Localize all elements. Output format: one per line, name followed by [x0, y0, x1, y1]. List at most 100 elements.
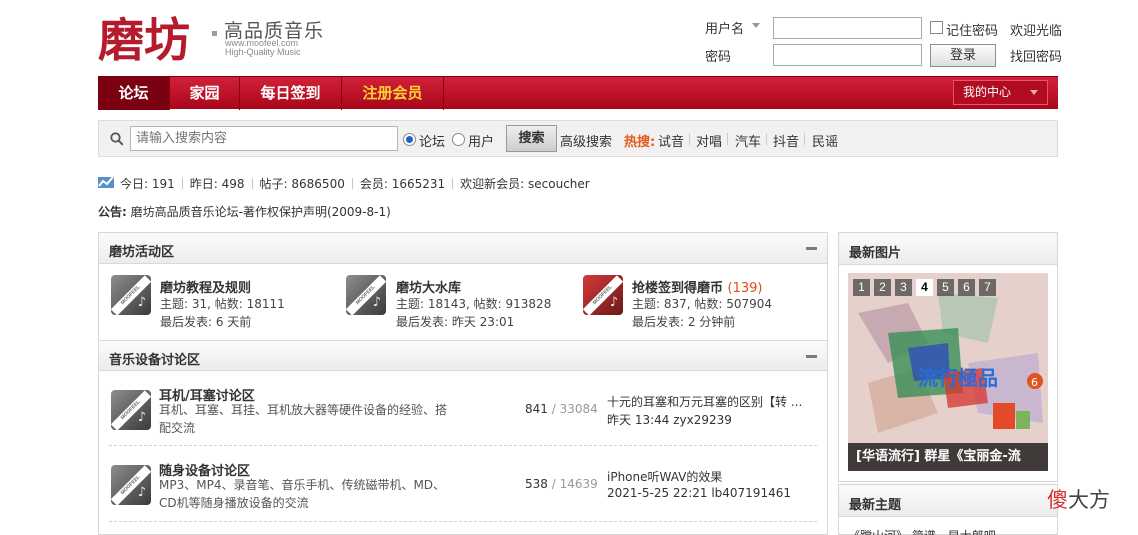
section-title: 磨坊活动区	[109, 245, 175, 260]
forum-last-post: 最后发表: 昨天 23:01	[396, 315, 515, 329]
forum-icon[interactable]: MOOFEEL ♪	[111, 390, 151, 430]
forum-stats: 主题: 31, 帖数: 18111	[160, 297, 285, 311]
forum-last-post: 最后发表: 6 天前	[160, 315, 252, 329]
username-dropdown-caret-icon[interactable]	[752, 23, 760, 28]
stat-yesterday: 昨日: 498	[189, 177, 245, 191]
site-logo[interactable]: 磨坊	[98, 12, 210, 67]
site-subtitle: High-Quality Music	[225, 47, 301, 57]
panel-title: 最新主题	[839, 485, 1057, 517]
forum-name[interactable]: 磨坊大水库	[396, 277, 461, 296]
search-button[interactable]: 搜索	[506, 125, 557, 152]
search-icon	[110, 132, 124, 146]
svg-text:6: 6	[1031, 376, 1038, 389]
announcement-label: 公告:	[98, 205, 127, 219]
announcement-link[interactable]: 磨坊高品质音乐论坛-著作权保护声明(2009-8-1)	[131, 205, 391, 219]
forum-last-post: 最后发表: 2 分钟前	[632, 315, 736, 329]
last-post-info[interactable]: 2021-5-25 22:21 lb407191461	[607, 486, 807, 500]
divider	[181, 178, 183, 189]
recover-password-link[interactable]: 找回密码	[1010, 46, 1062, 65]
last-post-title[interactable]: iPhone听WAV的效果	[607, 468, 807, 485]
forum-description: 耳机、耳塞、耳挂、耳机放大器等硬件设备的经验、搭配交流	[159, 403, 448, 435]
announcement: 公告: 磨坊高品质音乐论坛-著作权保护声明(2009-8-1)	[98, 203, 391, 220]
username-label: 用户名	[705, 22, 745, 37]
forum-list: 磨坊活动区 MOOFEEL ♪ 磨坊教程及规则 主题: 31, 帖数: 18111…	[98, 232, 828, 535]
section-title: 音乐设备讨论区	[109, 353, 201, 368]
search-scope-forum-radio[interactable]	[403, 133, 416, 146]
hot-search-term[interactable]: 试音	[658, 131, 684, 150]
stats-icon	[98, 176, 114, 188]
section-header-audio[interactable]: 音乐设备讨论区	[99, 340, 827, 371]
remember-password-checkbox[interactable]	[930, 21, 943, 34]
hot-search-term[interactable]: 对唱	[696, 131, 722, 150]
search-input[interactable]	[130, 126, 398, 151]
latest-topic-item[interactable]: 《蹚山河》 简谱 - 早大郎吧	[848, 527, 996, 535]
svg-text:流行極品: 流行極品	[918, 366, 998, 390]
album-cover-image: 流行極品 6	[848, 273, 1048, 471]
forum-name[interactable]: 磨坊教程及规则	[160, 277, 251, 296]
forum-icon[interactable]: MOOFEEL ♪	[346, 275, 386, 315]
divider	[251, 178, 253, 189]
divider	[351, 178, 353, 189]
divider	[689, 133, 690, 145]
divider	[452, 178, 454, 189]
nav-register[interactable]: 注册会员	[342, 77, 444, 110]
hot-search-term[interactable]: 抖音	[773, 131, 799, 150]
stat-today: 今日: 191	[120, 177, 175, 191]
divider	[727, 133, 728, 145]
forum-counts: 538 / 14639	[525, 477, 598, 491]
collapse-icon[interactable]	[806, 355, 817, 358]
image-slideshow[interactable]: 流行極品 6 1 2 3 4 5 6 7 [华语流行] 群星《宝丽金-流	[848, 273, 1048, 471]
nav-home[interactable]: 家园	[170, 77, 240, 110]
forum-counts: 841 / 33084	[525, 402, 598, 416]
hot-search-term[interactable]: 民谣	[812, 131, 838, 150]
divider	[766, 133, 767, 145]
watermark: 傻大方	[1047, 488, 1110, 512]
forum-icon[interactable]: MOOFEEL ♪	[111, 465, 151, 505]
slide-number[interactable]: 2	[874, 279, 891, 296]
username-input[interactable]	[773, 17, 922, 39]
advanced-search-link[interactable]: 高级搜索	[560, 131, 612, 150]
password-label: 密码	[705, 50, 732, 65]
section-header-activity[interactable]: 磨坊活动区	[99, 233, 827, 264]
nav-forum[interactable]: 论坛	[98, 77, 170, 110]
last-post-info[interactable]: 昨天 13:44 zyx29239	[607, 411, 807, 428]
slide-number[interactable]: 1	[853, 279, 870, 296]
logo-text: 磨坊	[98, 13, 190, 64]
search-scope-user-label: 用户	[468, 135, 495, 150]
password-input[interactable]	[773, 44, 922, 66]
remember-password-label: 记住密码	[946, 24, 999, 39]
hot-search-label: 热搜:	[624, 135, 656, 150]
slide-number[interactable]: 7	[979, 279, 996, 296]
forum-stats: 主题: 18143, 帖数: 913828	[396, 297, 552, 311]
slide-number[interactable]: 5	[937, 279, 954, 296]
search-scope-forum-label: 论坛	[419, 135, 446, 150]
row-divider	[109, 445, 817, 446]
forum-new-count: (139)	[727, 281, 763, 296]
forum-icon[interactable]: MOOFEEL ♪	[111, 275, 151, 315]
nav-daily-checkin[interactable]: 每日签到	[240, 77, 342, 110]
divider	[804, 133, 805, 145]
stat-newest-member[interactable]: 欢迎新会员: secoucher	[460, 177, 590, 191]
forum-name[interactable]: 抢楼签到得磨币 (139)	[632, 277, 763, 296]
my-center-dropdown[interactable]: 我的中心	[953, 80, 1048, 105]
slide-number-active[interactable]: 4	[916, 279, 933, 296]
forum-stats: 主题: 837, 帖数: 507904	[632, 297, 773, 311]
chevron-down-icon	[1030, 90, 1038, 95]
my-center-label: 我的中心	[963, 85, 1012, 99]
forum-stats: 今日: 191 昨日: 498 帖子: 8686500 会员: 1665231 欢迎新会…	[120, 175, 590, 192]
collapse-icon[interactable]	[806, 247, 817, 250]
panel-title: 最新图片	[839, 233, 1057, 265]
stat-posts: 帖子: 8686500	[259, 177, 345, 191]
last-post-title[interactable]: 十元的耳塞和万元耳塞的区别【转 ...	[607, 393, 807, 410]
slide-caption[interactable]: [华语流行] 群星《宝丽金-流	[848, 443, 1048, 471]
slide-number[interactable]: 6	[958, 279, 975, 296]
login-button[interactable]: 登录	[930, 44, 996, 67]
forum-icon-new[interactable]: MOOFEEL ♪	[583, 275, 623, 315]
welcome-link[interactable]: 欢迎光临	[1010, 20, 1062, 39]
row-divider	[109, 521, 817, 522]
hot-search-term[interactable]: 汽车	[735, 131, 761, 150]
slide-number[interactable]: 3	[895, 279, 912, 296]
search-scope-user-radio[interactable]	[452, 133, 465, 146]
stat-members: 会员: 1665231	[359, 177, 446, 191]
forum-description: MP3、MP4、录音笔、音乐手机、传统磁带机、MD、CD机等随身播放设备的交流	[159, 478, 446, 510]
